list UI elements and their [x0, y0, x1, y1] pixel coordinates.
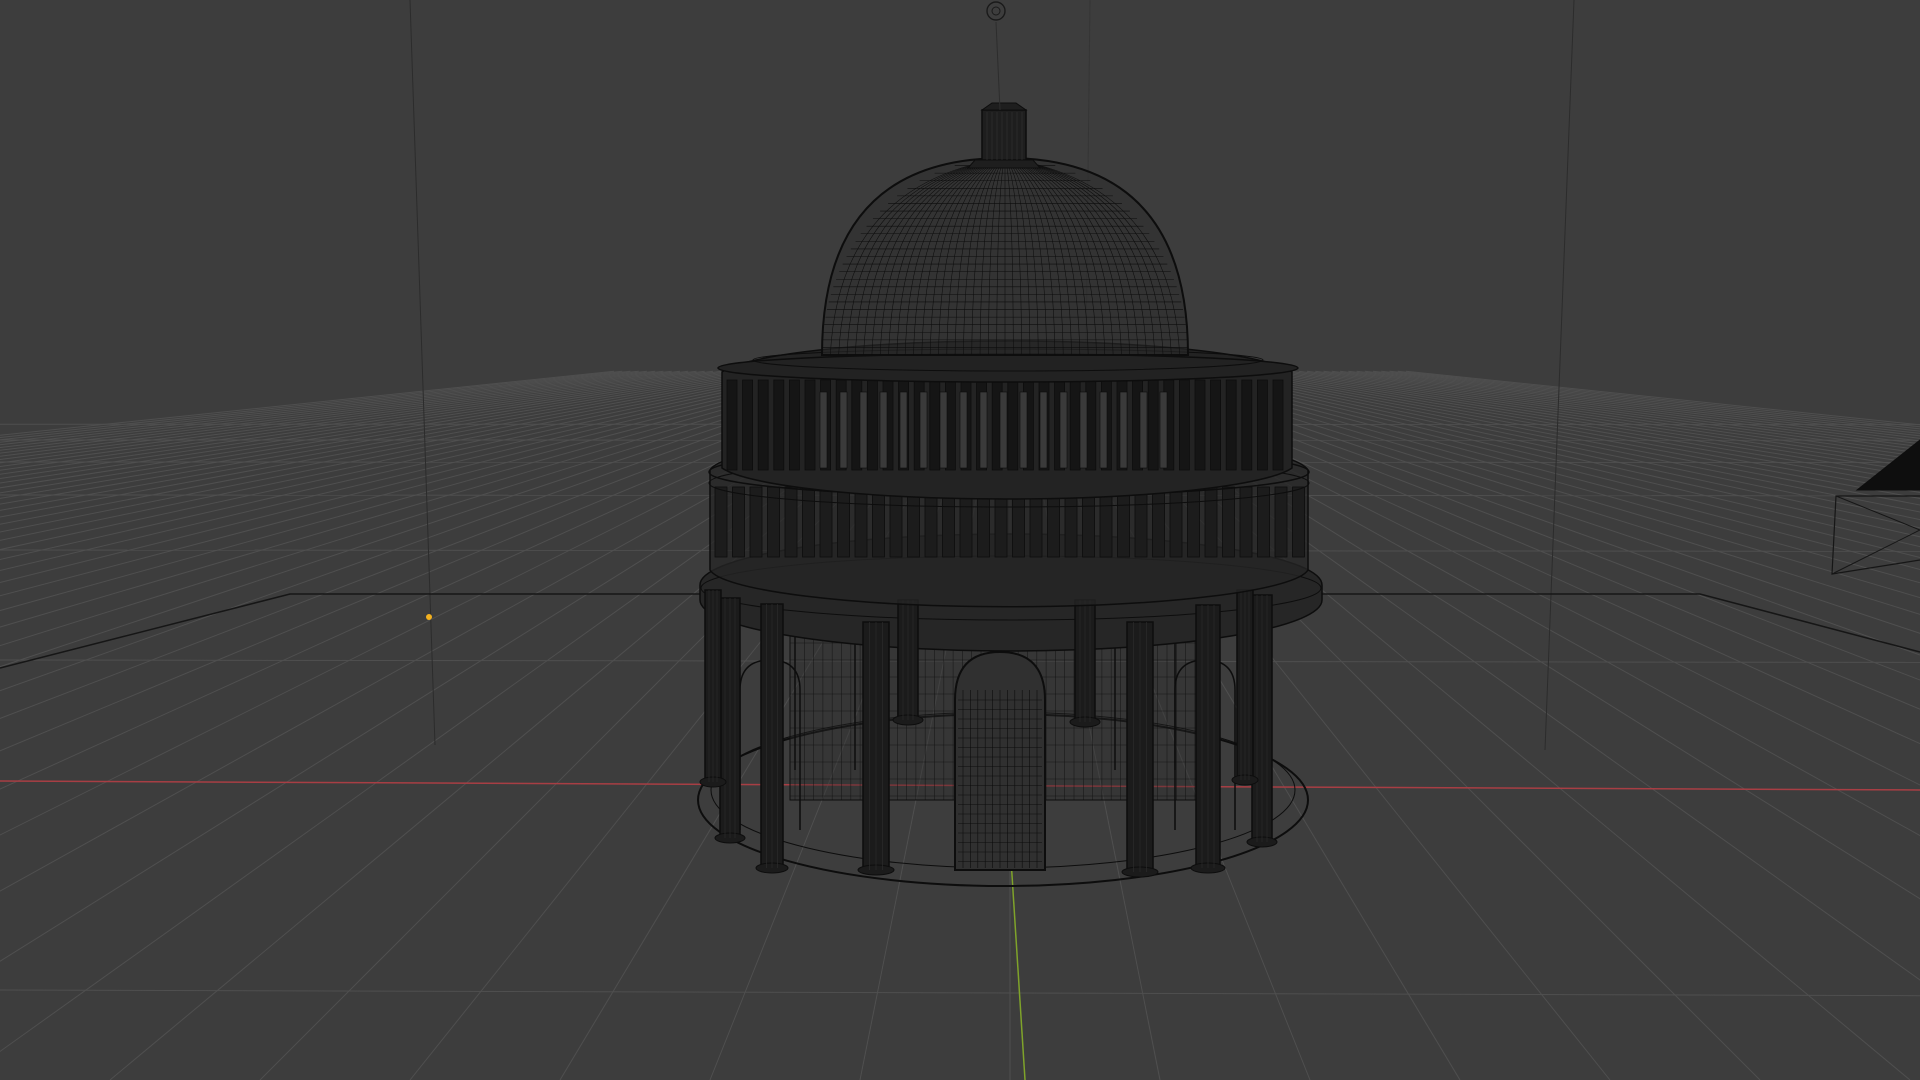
- upper-column: [726, 379, 738, 471]
- mid-pilaster: [1257, 486, 1270, 558]
- drum-cap-ring: [717, 353, 1299, 383]
- mid-pilaster: [732, 486, 745, 558]
- mid-pilaster: [1187, 486, 1200, 558]
- grid-line: [1249, 370, 1920, 488]
- upper-column: [1210, 379, 1221, 471]
- rotunda-wireframe[interactable]: [697, 102, 1323, 887]
- grid-line: [0, 370, 681, 457]
- upper-column: [1085, 379, 1097, 471]
- mid-pilaster: [784, 486, 798, 558]
- camera-up-triangle: [1855, 439, 1920, 491]
- drum-window: [919, 391, 928, 469]
- mid-pilaster: [872, 486, 885, 558]
- mid-pilaster: [714, 486, 728, 558]
- grid-line: [0, 370, 804, 533]
- grid-line: [1216, 370, 1920, 513]
- mid-pilaster: [854, 486, 868, 558]
- grid-line: [0, 370, 656, 448]
- mid-pilaster: [1117, 486, 1130, 558]
- drum-window: [839, 391, 848, 469]
- grid-line: [0, 370, 763, 499]
- empty-icon[interactable]: [986, 1, 1006, 111]
- upper-column: [1194, 379, 1206, 471]
- upper-column: [804, 379, 816, 471]
- mid-pilaster: [837, 486, 850, 558]
- 3d-viewport[interactable]: [0, 0, 1920, 1080]
- drum-window: [1159, 391, 1168, 469]
- drum-window: [999, 391, 1008, 469]
- drum-window: [899, 391, 908, 469]
- mid-pilaster: [1222, 486, 1235, 558]
- grid-line: [0, 370, 705, 467]
- mid-pilaster: [1134, 486, 1148, 558]
- grid-line: [1389, 370, 1920, 430]
- camera-frame: [1835, 495, 1920, 531]
- upper-column: [773, 379, 785, 471]
- grid-line: [0, 370, 672, 454]
- upper-column: [929, 379, 941, 471]
- grid-line: [0, 370, 796, 525]
- drum-window: [819, 391, 828, 469]
- grid-line: [1306, 370, 1920, 457]
- grid-line: [0, 370, 689, 460]
- upper-column: [757, 379, 769, 471]
- empty-line: [995, 21, 1001, 111]
- mid-pilaster: [1152, 486, 1165, 558]
- drum-window: [939, 391, 948, 469]
- point-light-icon[interactable]: [426, 614, 432, 620]
- mid-pilaster: [1204, 486, 1218, 558]
- grid-line: [0, 370, 788, 518]
- mid-pilaster: [819, 486, 833, 558]
- mid-pilaster: [802, 486, 815, 558]
- upper-column: [867, 379, 878, 471]
- drum-window: [1039, 391, 1048, 469]
- grid-line: [0, 370, 714, 471]
- grid-line: [1331, 370, 1920, 448]
- upper-column: [1007, 379, 1019, 471]
- mid-pilaster: [1169, 486, 1183, 558]
- upper-column: [1225, 379, 1237, 471]
- grid-line: [1298, 370, 1920, 461]
- upper-column: [742, 379, 753, 471]
- grid-line: [1323, 370, 1920, 451]
- grid-line: [0, 370, 697, 464]
- empty-circle: [986, 1, 1006, 21]
- drum-window: [879, 391, 888, 469]
- drum-window: [859, 391, 868, 469]
- guide-line: [409, 0, 436, 746]
- grid-line: [1290, 370, 1920, 465]
- mid-pilaster: [1292, 486, 1305, 558]
- grid-line: [1257, 370, 1920, 483]
- upper-column: [1147, 379, 1159, 471]
- empty-circle: [991, 6, 1001, 16]
- drum-window: [959, 391, 968, 469]
- mid-pilaster: [749, 486, 763, 558]
- drum-window: [1059, 391, 1068, 469]
- drum-window: [979, 391, 988, 469]
- grid-line: [1240, 370, 1920, 494]
- mid-pilaster: [889, 486, 903, 558]
- grid-line: [1273, 370, 1920, 473]
- drum-window: [1079, 391, 1088, 469]
- upper-column: [1272, 379, 1284, 471]
- mid-pilaster: [1274, 486, 1288, 558]
- drum-window: [1019, 391, 1028, 469]
- upper-column: [1179, 379, 1190, 471]
- upper-column: [1257, 379, 1268, 471]
- drum-window: [1099, 391, 1108, 469]
- upper-column: [1241, 379, 1253, 471]
- lantern-cap: [980, 102, 1028, 111]
- grid-line: [0, 989, 1920, 997]
- grid-line: [0, 370, 747, 489]
- drum-window: [1119, 391, 1128, 469]
- guide-line: [1544, 0, 1575, 751]
- lantern: [981, 109, 1027, 161]
- drum-window: [1139, 391, 1148, 469]
- lantern-base: [966, 159, 1042, 169]
- upper-column: [789, 379, 800, 471]
- upper-column: [1069, 379, 1081, 471]
- scene-canvas[interactable]: [0, 0, 1920, 1080]
